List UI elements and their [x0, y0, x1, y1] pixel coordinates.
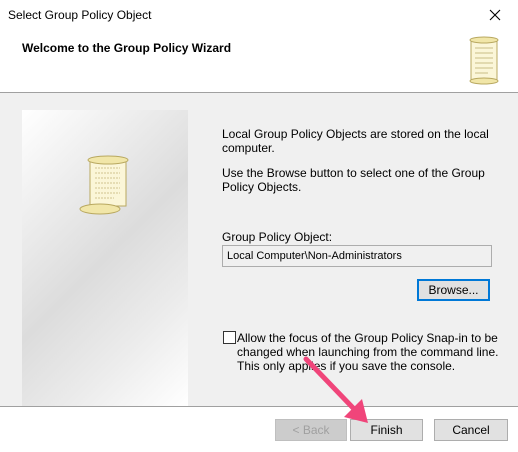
wizard-header: Welcome to the Group Policy Wizard — [0, 30, 518, 93]
back-button[interactable]: < Back — [275, 419, 347, 441]
gpo-label: Group Policy Object: — [222, 230, 333, 244]
wizard-side-panel — [22, 110, 188, 406]
cancel-button[interactable]: Cancel — [434, 419, 508, 441]
scroll-icon — [469, 36, 499, 85]
title-bar: Select Group Policy Object — [0, 0, 518, 30]
scroll-icon — [79, 155, 129, 215]
close-icon — [489, 9, 501, 21]
wizard-title: Welcome to the Group Policy Wizard — [22, 41, 232, 55]
allow-focus-label[interactable]: Allow the focus of the Group Policy Snap… — [237, 331, 499, 373]
close-button[interactable] — [472, 0, 518, 30]
allow-focus-checkbox[interactable] — [223, 331, 236, 344]
finish-button[interactable]: Finish — [350, 419, 423, 441]
info-stored-text: Local Group Policy Objects are stored on… — [222, 127, 489, 155]
browse-button[interactable]: Browse... — [417, 279, 490, 301]
window-title: Select Group Policy Object — [8, 8, 152, 22]
info-browse-text: Use the Browse button to select one of t… — [222, 166, 485, 194]
footer-divider — [0, 406, 518, 407]
gpo-field[interactable]: Local Computer\Non-Administrators — [222, 245, 492, 267]
